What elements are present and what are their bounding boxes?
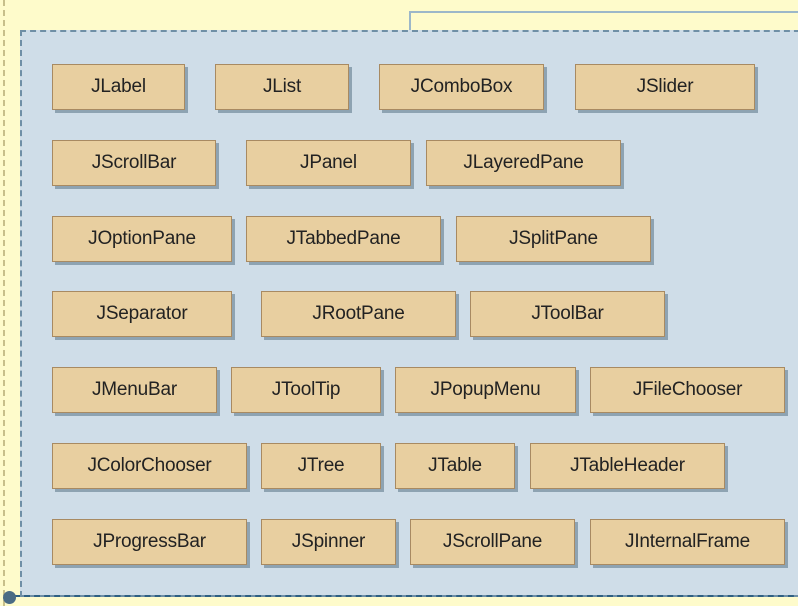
component-box-jtree: JTree: [261, 443, 381, 489]
component-box-jcombobox: JComboBox: [379, 64, 544, 110]
component-box-jslider: JSlider: [575, 64, 755, 110]
component-box-jtooltip: JToolTip: [231, 367, 381, 413]
component-box-joptionpane: JOptionPane: [52, 216, 232, 262]
component-box-jfilechooser: JFileChooser: [590, 367, 785, 413]
component-box-jtable: JTable: [395, 443, 515, 489]
component-box-jprogressbar: JProgressBar: [52, 519, 247, 565]
component-box-jscrollbar: JScrollBar: [52, 140, 216, 186]
component-box-jmenubar: JMenuBar: [52, 367, 217, 413]
component-box-jlayeredpane: JLayeredPane: [426, 140, 621, 186]
corner-circle-marker: [3, 591, 16, 604]
component-box-jseparator: JSeparator: [52, 291, 232, 337]
component-box-jlabel: JLabel: [52, 64, 185, 110]
component-box-jpopupmenu: JPopupMenu: [395, 367, 576, 413]
left-dashed-border: [3, 0, 5, 606]
component-box-jinternalframe: JInternalFrame: [590, 519, 785, 565]
component-box-jscrollpane: JScrollPane: [410, 519, 575, 565]
component-box-jtoolbar: JToolBar: [470, 291, 665, 337]
component-box-jrootpane: JRootPane: [261, 291, 456, 337]
component-box-jlist: JList: [215, 64, 349, 110]
component-box-jtableheader: JTableHeader: [530, 443, 725, 489]
component-box-jcolorchooser: JColorChooser: [52, 443, 247, 489]
component-box-jspinner: JSpinner: [261, 519, 396, 565]
bottom-dashed-line: [14, 595, 798, 597]
component-box-jtabbedpane: JTabbedPane: [246, 216, 441, 262]
component-box-jpanel: JPanel: [246, 140, 411, 186]
component-box-jsplitpane: JSplitPane: [456, 216, 651, 262]
